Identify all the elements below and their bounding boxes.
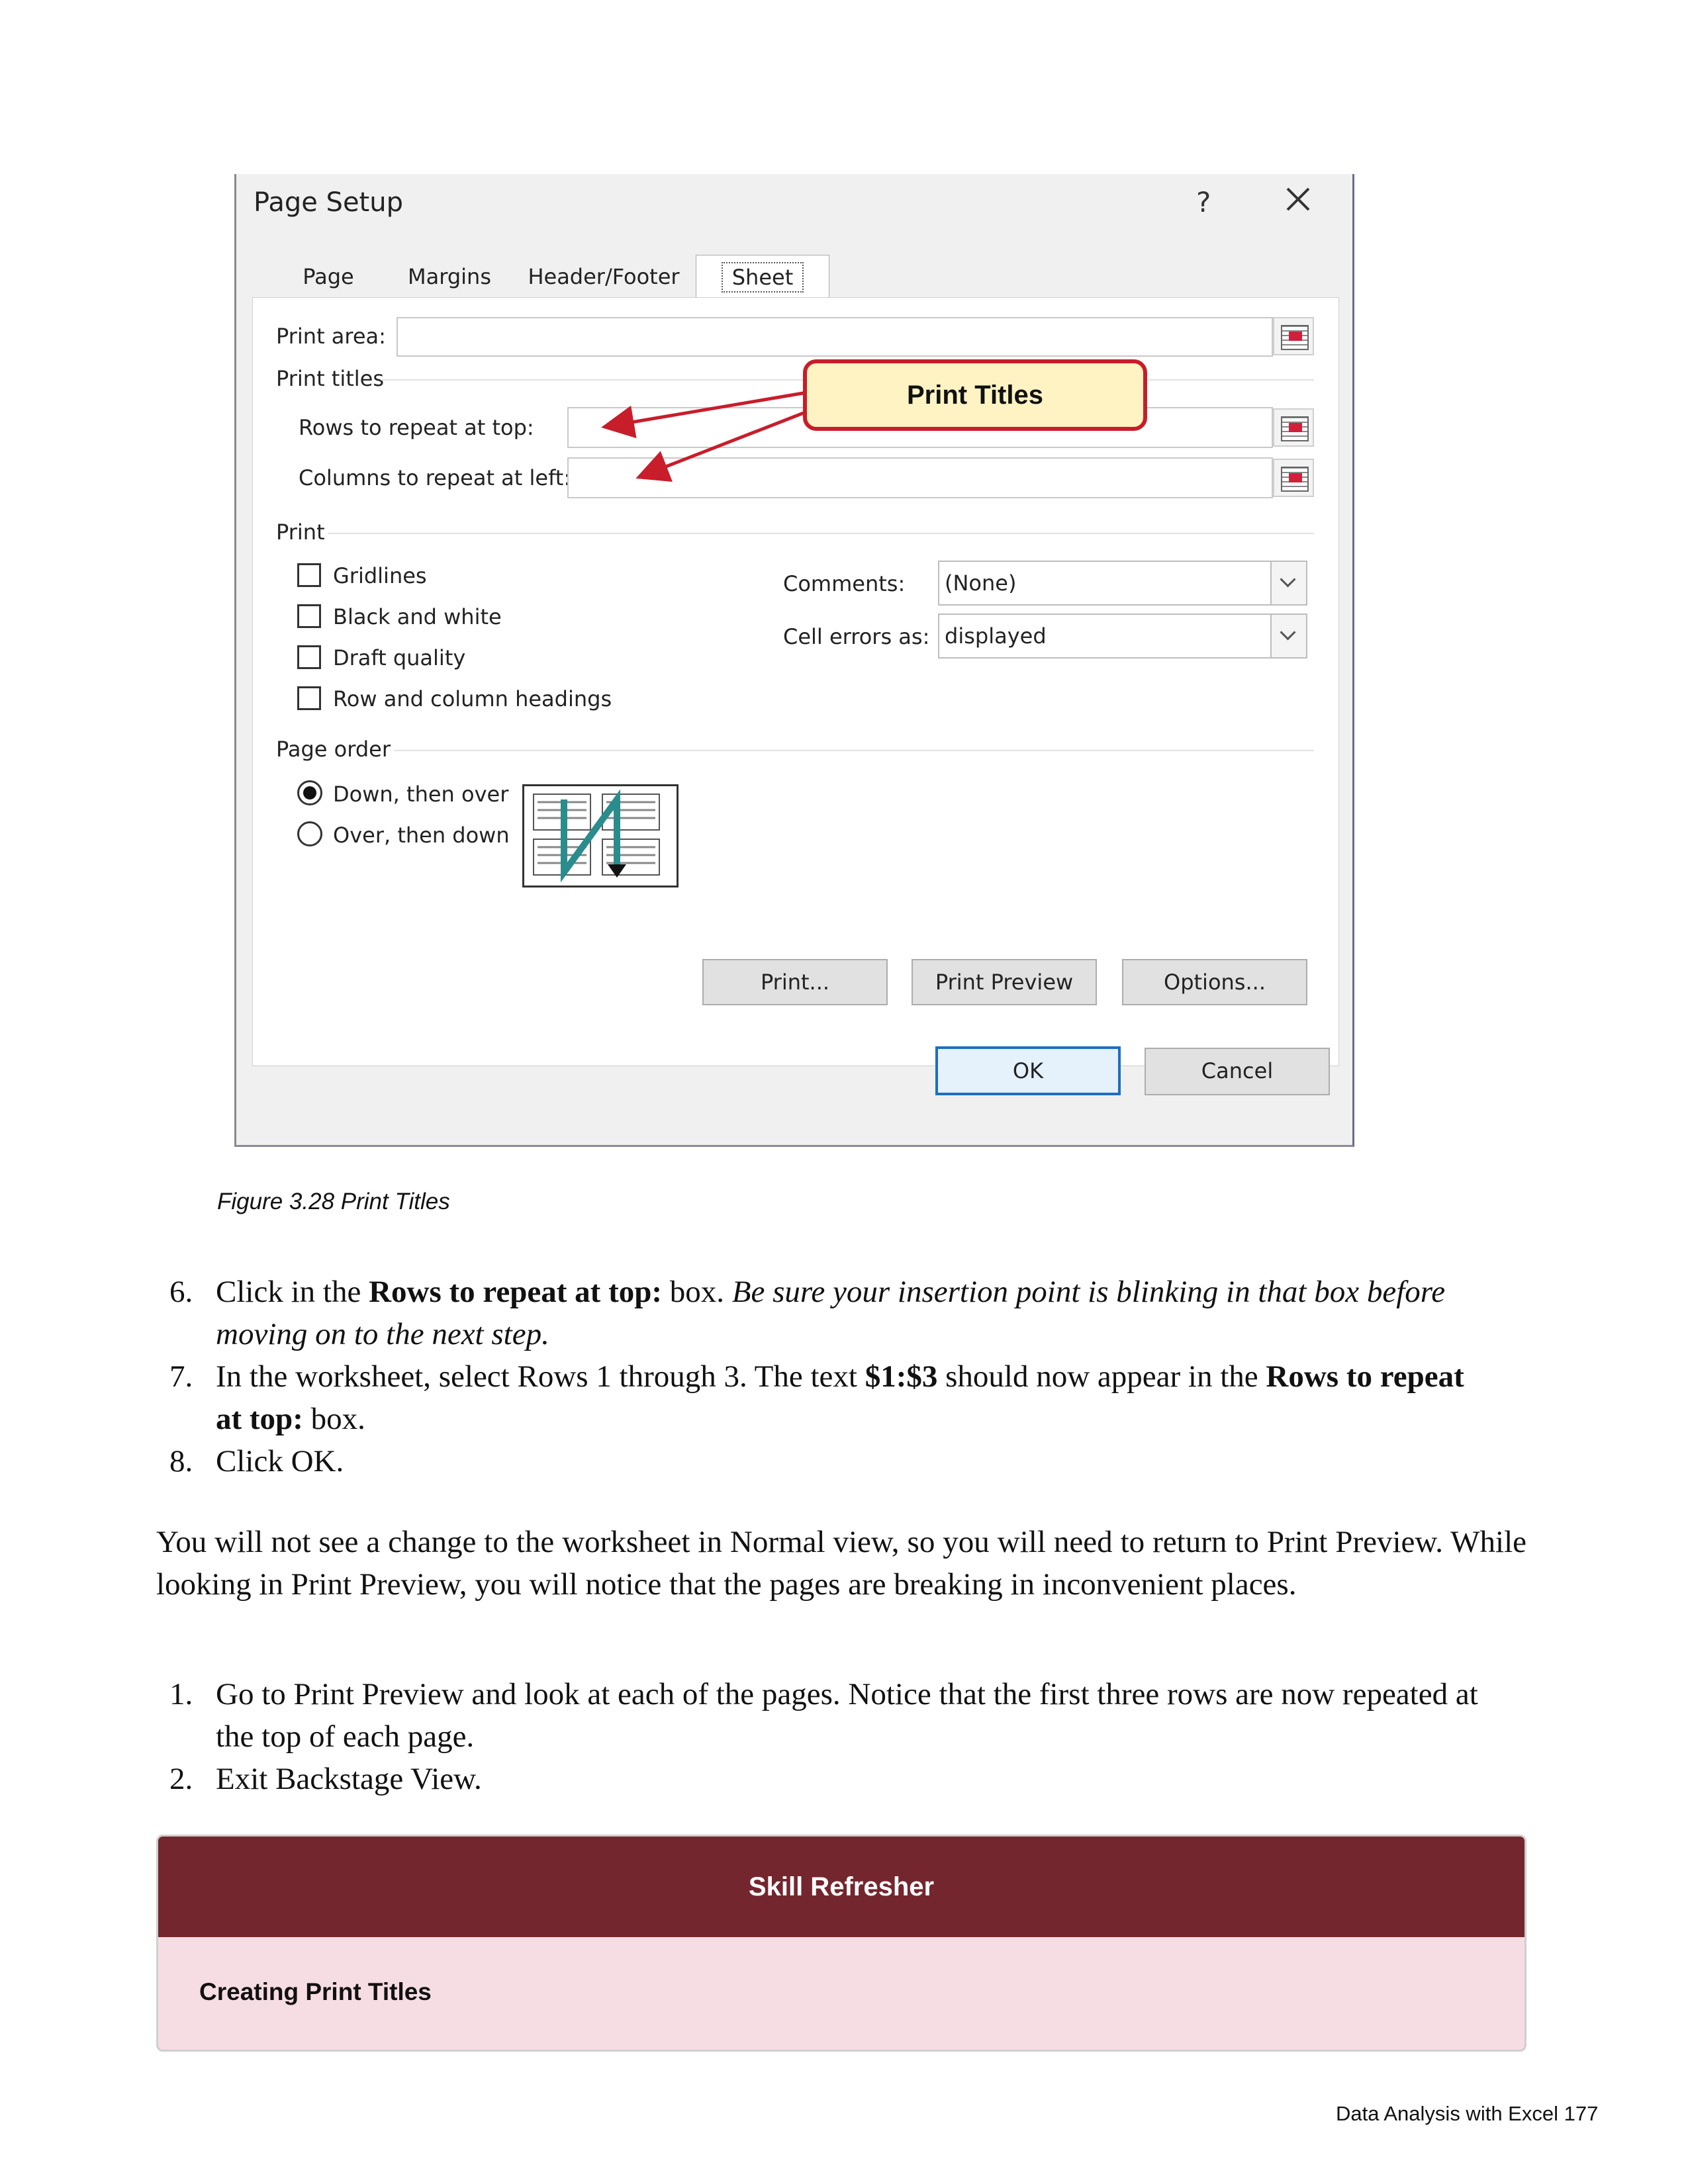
step-bold-text: Rows to repeat at top:: [369, 1275, 663, 1309]
callout-arrows: [601, 390, 820, 482]
gridlines-label: Gridlines: [333, 563, 427, 588]
page-order-label: Page order: [276, 737, 391, 762]
step-text: box.: [303, 1402, 365, 1436]
comments-select[interactable]: (None): [938, 561, 1307, 606]
list-item: 6. Click in the Rows to repeat at top: b…: [169, 1271, 1493, 1355]
step-number: 6.: [169, 1275, 193, 1309]
step-text: Go to Print Preview and look at each of …: [216, 1677, 1478, 1754]
page-footer: Data Analysis with Excel 177: [1336, 2102, 1599, 2125]
print-button[interactable]: Print...: [702, 959, 888, 1005]
draft-quality-checkbox[interactable]: [297, 645, 321, 669]
page-order-preview-icon: [522, 784, 679, 887]
ok-button[interactable]: OK: [935, 1046, 1121, 1095]
figure-caption: Figure 3.28 Print Titles: [217, 1189, 450, 1214]
options-button[interactable]: Options...: [1122, 959, 1307, 1005]
step-number: 8.: [169, 1444, 193, 1479]
over-then-down-radio[interactable]: [297, 821, 322, 846]
list-item: 2. Exit Backstage View.: [169, 1758, 1493, 1800]
steps-list-b: 1. Go to Print Preview and look at each …: [169, 1673, 1493, 1800]
cell-errors-value: displayed: [945, 623, 1047, 649]
step-number: 2.: [169, 1762, 193, 1796]
skill-refresher-item: Creating Print Titles: [199, 1978, 432, 2005]
cancel-button[interactable]: Cancel: [1145, 1048, 1330, 1095]
cell-errors-select[interactable]: displayed: [938, 614, 1307, 659]
list-item: 1. Go to Print Preview and look at each …: [169, 1673, 1493, 1758]
step-text: In the worksheet, select Rows 1 through …: [216, 1359, 865, 1394]
skill-refresher-box: Skill Refresher Creating Print Titles: [156, 1835, 1526, 2052]
draft-quality-label: Draft quality: [333, 645, 466, 670]
black-and-white-label: Black and white: [333, 604, 502, 629]
step-number: 1.: [169, 1677, 193, 1711]
over-then-down-label: Over, then down: [333, 823, 510, 848]
step-text: Click OK.: [216, 1444, 344, 1479]
row-column-headings-checkbox[interactable]: [297, 686, 321, 710]
comments-label: Comments:: [783, 571, 906, 596]
step-text: Exit Backstage View.: [216, 1762, 482, 1796]
step-text: box.: [662, 1275, 732, 1309]
chevron-down-icon: [1270, 615, 1306, 657]
down-then-over-label: Down, then over: [333, 782, 509, 807]
down-then-over-radio[interactable]: [297, 780, 322, 805]
gridlines-checkbox[interactable]: [297, 563, 321, 587]
list-item: 7. In the worksheet, select Rows 1 throu…: [169, 1355, 1493, 1440]
print-group-label: Print: [276, 520, 325, 545]
step-text: should now appear in the: [937, 1359, 1266, 1394]
row-column-headings-label: Row and column headings: [333, 686, 612, 711]
step-number: 7.: [169, 1359, 193, 1394]
divider: [394, 750, 1314, 751]
step-bold-text: $1:$3: [865, 1359, 938, 1394]
black-and-white-checkbox[interactable]: [297, 604, 321, 628]
divider: [328, 533, 1314, 534]
body-paragraph: You will not see a change to the workshe…: [156, 1525, 1526, 1602]
list-item: 8. Click OK.: [169, 1440, 1493, 1482]
skill-refresher-header: Skill Refresher: [158, 1837, 1524, 1937]
comments-value: (None): [945, 570, 1017, 596]
page-setup-dialog: Page Setup ? Page Margins Header/Footer …: [234, 174, 1354, 1147]
step-text: Click in the: [216, 1275, 369, 1309]
print-titles-callout: Print Titles: [803, 359, 1147, 431]
chevron-down-icon: [1270, 562, 1306, 604]
cell-errors-label: Cell errors as:: [783, 624, 930, 649]
steps-list-a: 6. Click in the Rows to repeat at top: b…: [169, 1271, 1493, 1482]
print-preview-button[interactable]: Print Preview: [912, 959, 1097, 1005]
